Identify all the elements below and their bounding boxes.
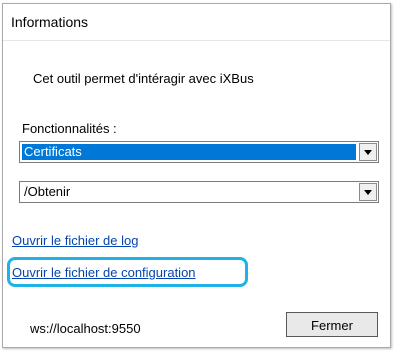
title-bar: Informations <box>3 4 390 41</box>
websocket-url: ws://localhost:9550 <box>30 321 141 336</box>
action-select-value: /Obtenir <box>24 184 71 199</box>
action-select[interactable]: /Obtenir <box>19 181 379 203</box>
open-config-file-link[interactable]: Ouvrir le fichier de configuration <box>12 265 196 280</box>
open-log-file-link[interactable]: Ouvrir le fichier de log <box>12 233 138 248</box>
feature-select[interactable]: Certificats <box>19 141 379 163</box>
feature-select-value: Certificats <box>22 144 356 160</box>
chevron-down-icon[interactable] <box>359 183 377 201</box>
informations-dialog: Informations Cet outil permet d'intéragi… <box>2 3 391 348</box>
dialog-title: Informations <box>11 14 89 30</box>
features-label: Fonctionnalités : <box>22 121 117 136</box>
description-text: Cet outil permet d'intéragir avec iXBus <box>33 71 254 86</box>
close-button[interactable]: Fermer <box>286 312 378 337</box>
chevron-down-icon[interactable] <box>359 143 377 161</box>
